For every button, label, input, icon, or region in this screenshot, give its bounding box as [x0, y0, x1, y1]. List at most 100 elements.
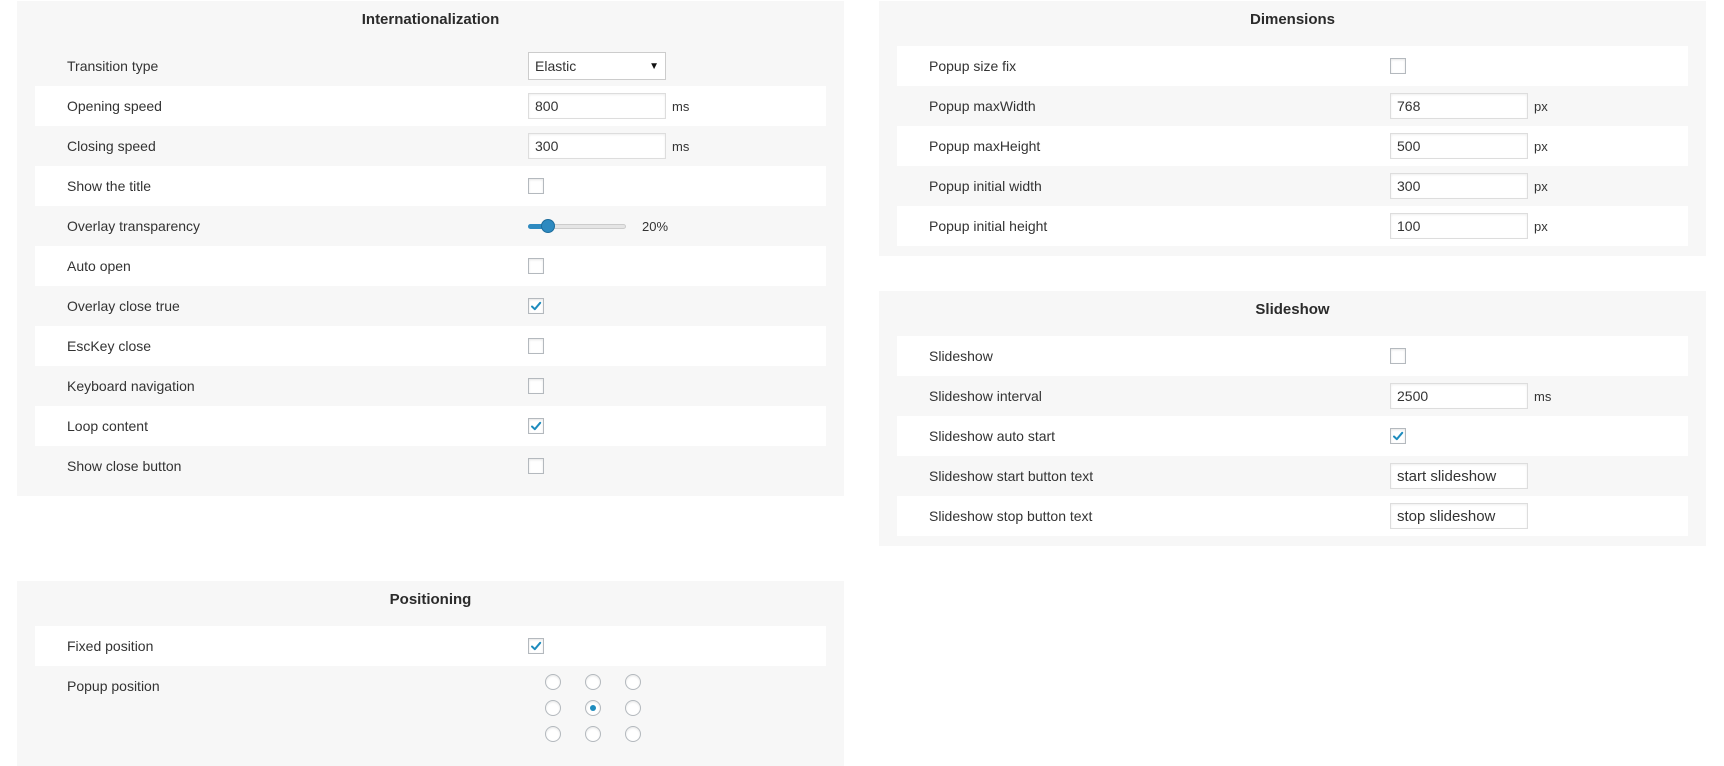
initial-width-input[interactable] [1390, 173, 1528, 199]
auto-open-label: Auto open [67, 258, 131, 274]
slideshow-checkbox[interactable] [1390, 348, 1406, 364]
overlay-close-label: Overlay close true [67, 298, 180, 314]
initial-width-unit: px [1534, 178, 1548, 194]
loop-content-checkbox[interactable] [528, 418, 544, 434]
show-close-button-checkbox[interactable] [528, 458, 544, 474]
keyboard-navigation-row: Keyboard navigation [35, 366, 826, 406]
transition-type-row: Transition type Elastic ▼ [35, 46, 826, 86]
internationalization-panel: Internationalization Transition type Ela… [17, 1, 844, 496]
slideshow-interval-unit: ms [1534, 388, 1552, 404]
max-height-row: Popup maxHeight px [897, 126, 1688, 166]
slideshow-auto-start-row: Slideshow auto start [897, 416, 1688, 456]
slideshow-start-text-label: Slideshow start button text [929, 468, 1094, 484]
show-close-button-label: Show close button [67, 458, 182, 474]
initial-height-input[interactable] [1390, 213, 1528, 239]
slideshow-auto-start-label: Slideshow auto start [929, 428, 1056, 444]
popup-position-label: Popup position [67, 678, 160, 694]
slideshow-start-text-input[interactable] [1390, 463, 1528, 489]
show-title-checkbox[interactable] [528, 178, 544, 194]
radio-selected-dot [590, 705, 596, 711]
slideshow-auto-start-checkbox[interactable] [1390, 428, 1406, 444]
position-radio-top-left[interactable] [545, 674, 561, 690]
loop-content-row: Loop content [35, 406, 826, 446]
show-title-label: Show the title [67, 178, 152, 194]
position-radio-middle-left[interactable] [545, 700, 561, 716]
position-radio-bottom-left[interactable] [545, 726, 561, 742]
slideshow-start-text-row: Slideshow start button text [897, 456, 1688, 496]
max-width-unit: px [1534, 98, 1548, 114]
slideshow-interval-row: Slideshow interval ms [897, 376, 1688, 416]
fixed-position-row: Fixed position [35, 626, 826, 666]
popup-size-fix-row: Popup size fix [897, 46, 1688, 86]
popup-size-fix-label: Popup size fix [929, 58, 1017, 74]
closing-speed-label: Closing speed [67, 138, 156, 154]
dimensions-panel: Dimensions Popup size fix Popup maxWidth… [879, 1, 1706, 256]
checkmark-icon [531, 421, 542, 431]
positioning-title: Positioning [389, 591, 472, 608]
slideshow-stop-text-input[interactable] [1390, 503, 1528, 529]
overlay-close-row: Overlay close true [35, 286, 826, 326]
opening-speed-label: Opening speed [67, 98, 162, 114]
keyboard-navigation-label: Keyboard navigation [67, 378, 195, 394]
opening-speed-input[interactable] [528, 93, 666, 119]
position-radio-top-center[interactable] [585, 674, 601, 690]
positioning-panel: Positioning Fixed position Popup positio… [17, 581, 844, 766]
checkmark-icon [531, 641, 542, 651]
keyboard-navigation-checkbox[interactable] [528, 378, 544, 394]
position-radio-top-right[interactable] [625, 674, 641, 690]
closing-speed-input[interactable] [528, 133, 666, 159]
opening-speed-unit: ms [672, 98, 690, 114]
transition-type-select[interactable]: Elastic ▼ [528, 52, 666, 80]
slideshow-stop-text-row: Slideshow stop button text [897, 496, 1688, 536]
slideshow-interval-label: Slideshow interval [929, 388, 1042, 404]
max-height-unit: px [1534, 138, 1548, 154]
slideshow-panel: Slideshow Slideshow Slideshow interval m… [879, 291, 1706, 546]
esckey-close-row: EscKey close [35, 326, 826, 366]
show-close-button-row: Show close button [35, 446, 826, 486]
esckey-close-checkbox[interactable] [528, 338, 544, 354]
slideshow-interval-input[interactable] [1390, 383, 1528, 409]
internationalization-title: Internationalization [361, 11, 500, 28]
overlay-transparency-label: Overlay transparency [67, 218, 201, 234]
fixed-position-label: Fixed position [67, 638, 154, 654]
overlay-transparency-value: 20% [642, 218, 669, 234]
checkmark-icon [1393, 431, 1404, 441]
initial-width-row: Popup initial width px [897, 166, 1688, 206]
closing-speed-unit: ms [672, 138, 690, 154]
transition-type-value: Elastic [535, 58, 577, 74]
auto-open-row: Auto open [35, 246, 826, 286]
popup-position-row: Popup position [35, 666, 826, 766]
max-width-label: Popup maxWidth [929, 98, 1036, 114]
overlay-transparency-row: Overlay transparency 20% [35, 206, 826, 246]
max-width-input[interactable] [1390, 93, 1528, 119]
esckey-close-label: EscKey close [67, 338, 152, 354]
max-height-label: Popup maxHeight [929, 138, 1041, 154]
initial-height-unit: px [1534, 218, 1548, 234]
initial-width-label: Popup initial width [929, 178, 1042, 194]
dimensions-title: Dimensions [1249, 11, 1336, 28]
fixed-position-checkbox[interactable] [528, 638, 544, 654]
popup-size-fix-checkbox[interactable] [1390, 58, 1406, 74]
slideshow-label: Slideshow [929, 348, 993, 364]
max-height-input[interactable] [1390, 133, 1528, 159]
overlay-transparency-slider[interactable] [528, 218, 626, 234]
auto-open-checkbox[interactable] [528, 258, 544, 274]
max-width-row: Popup maxWidth px [897, 86, 1688, 126]
closing-speed-row: Closing speed ms [35, 126, 826, 166]
initial-height-row: Popup initial height px [897, 206, 1688, 246]
opening-speed-row: Opening speed ms [35, 86, 826, 126]
position-radio-bottom-right[interactable] [625, 726, 641, 742]
chevron-down-icon: ▼ [649, 60, 659, 72]
overlay-close-checkbox[interactable] [528, 298, 544, 314]
transition-type-label: Transition type [67, 58, 159, 74]
checkmark-icon [531, 301, 542, 311]
slideshow-row: Slideshow [897, 336, 1688, 376]
slideshow-stop-text-label: Slideshow stop button text [929, 508, 1093, 524]
slideshow-title: Slideshow [1255, 301, 1330, 318]
initial-height-label: Popup initial height [929, 218, 1048, 234]
position-radio-bottom-center[interactable] [585, 726, 601, 742]
position-radio-middle-center[interactable] [585, 700, 601, 716]
slider-handle[interactable] [541, 219, 555, 233]
position-radio-middle-right[interactable] [625, 700, 641, 716]
show-title-row: Show the title [35, 166, 826, 206]
